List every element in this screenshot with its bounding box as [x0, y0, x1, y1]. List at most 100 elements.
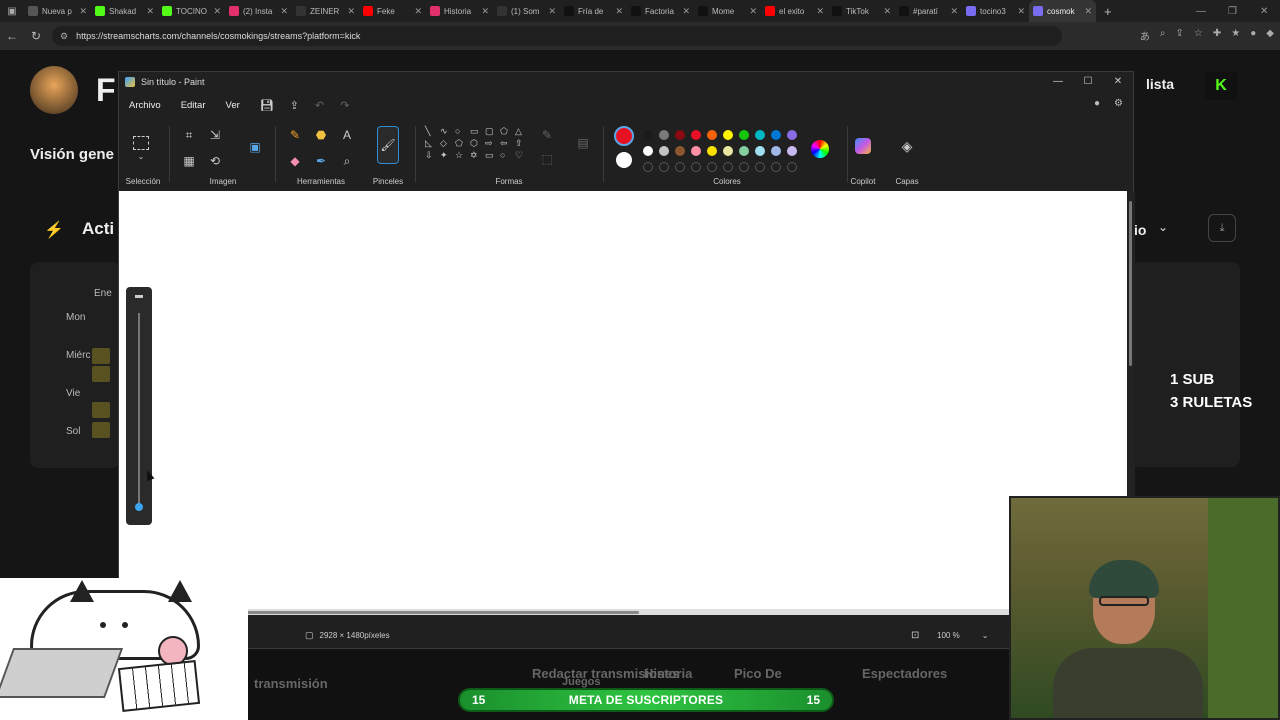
redo-icon[interactable]: ↷ — [340, 99, 349, 112]
eraser-icon[interactable]: ◆ — [287, 154, 303, 168]
menu-edit[interactable]: Editar — [181, 100, 206, 111]
profile-avatar[interactable]: ● — [1250, 28, 1256, 43]
rectangle-shape-icon[interactable]: ▭ — [470, 126, 484, 137]
outline-icon[interactable]: ✎ — [539, 128, 555, 142]
tab-actions-icon[interactable]: ▣ — [0, 6, 24, 17]
browser-tab[interactable]: Fría de ✕ — [560, 0, 627, 22]
color-swatch[interactable] — [675, 130, 685, 140]
rotate-icon[interactable]: ⟲ — [207, 154, 223, 168]
line-shape-icon[interactable]: ╲ — [425, 126, 439, 137]
period-select-label[interactable]: io — [1134, 222, 1146, 238]
custom-color-slot[interactable] — [787, 162, 797, 172]
custom-color-slot[interactable] — [707, 162, 717, 172]
watchlist-button[interactable]: lista — [1146, 76, 1174, 92]
remove-background-icon[interactable]: ▣ — [247, 140, 263, 154]
polygon-shape-icon[interactable]: ⬠ — [500, 126, 514, 137]
browser-tab[interactable]: Nueva p ✕ — [24, 0, 91, 22]
site-info-icon[interactable]: ⚙ — [60, 31, 68, 42]
hexagon-shape-icon[interactable]: ⬡ — [470, 138, 484, 149]
star5-shape-icon[interactable]: ☆ — [455, 150, 469, 161]
fill-icon[interactable]: ⬣ — [313, 128, 329, 142]
callout-oval-shape-icon[interactable]: ○ — [500, 150, 514, 161]
triangle-shape-icon[interactable]: △ — [515, 126, 529, 137]
oval-shape-icon[interactable]: ○ — [455, 126, 469, 137]
share-icon[interactable]: ⇪ — [1176, 28, 1184, 43]
bottom-tab[interactable]: Espectadores — [862, 666, 947, 681]
copilot-icon[interactable]: ◆ — [1266, 28, 1274, 43]
menu-view[interactable]: Ver — [226, 100, 240, 111]
browser-tab[interactable]: Mome ✕ — [694, 0, 761, 22]
tab-close-icon[interactable]: ✕ — [1017, 6, 1025, 17]
custom-color-slot[interactable] — [739, 162, 749, 172]
color-swatch[interactable] — [691, 146, 701, 156]
diamond-shape-icon[interactable]: ◇ — [440, 138, 454, 149]
color-swatch[interactable] — [771, 146, 781, 156]
tab-close-icon[interactable]: ✕ — [883, 6, 891, 17]
back-button[interactable]: ← — [0, 29, 24, 43]
copilot-icon[interactable] — [855, 138, 871, 154]
pencil-icon[interactable]: ✎ — [287, 128, 303, 142]
brush-size-slider[interactable] — [126, 287, 152, 525]
color-swatch[interactable] — [659, 130, 669, 140]
scrollbar-thumb[interactable] — [199, 611, 639, 614]
share-icon[interactable]: ⇪ — [290, 99, 299, 112]
account-icon[interactable]: ● — [1094, 98, 1100, 109]
browser-tab[interactable]: Feke ✕ — [359, 0, 426, 22]
save-icon[interactable]: 💾︎ — [260, 99, 274, 112]
reload-button[interactable]: ↻ — [24, 29, 48, 43]
size-slider-track[interactable] — [138, 313, 140, 509]
color-swatch[interactable] — [739, 130, 749, 140]
color-swatch[interactable] — [691, 130, 701, 140]
bottom-tab[interactable]: Historia — [644, 666, 692, 681]
resize-icon[interactable]: ⇲ — [207, 128, 223, 142]
color-picker-icon[interactable]: ✒ — [313, 154, 329, 168]
tab-close-icon[interactable]: ✕ — [615, 6, 623, 17]
size-slider-thumb[interactable] — [135, 503, 143, 511]
arrow-left-shape-icon[interactable]: ⇦ — [500, 138, 514, 149]
primary-color-swatch[interactable] — [614, 126, 634, 146]
star4-shape-icon[interactable]: ✦ — [440, 150, 454, 161]
color-swatch[interactable] — [755, 130, 765, 140]
browser-tab[interactable]: tocino3 ✕ — [962, 0, 1029, 22]
fit-to-window-icon[interactable]: ⊡ — [911, 630, 919, 641]
url-field[interactable]: ⚙ https://streamscharts.com/channels/cos… — [52, 26, 1062, 46]
tab-close-icon[interactable]: ✕ — [816, 6, 824, 17]
browser-tab[interactable]: TikTok ✕ — [828, 0, 895, 22]
tab-close-icon[interactable]: ✕ — [414, 6, 422, 17]
tab-close-icon[interactable]: ✕ — [749, 6, 757, 17]
custom-color-slot[interactable] — [659, 162, 669, 172]
color-swatch[interactable] — [723, 146, 733, 156]
color-swatch[interactable] — [707, 130, 717, 140]
new-tab-button[interactable]: + — [1096, 4, 1120, 19]
browser-maximize-button[interactable]: ❐ — [1228, 0, 1237, 22]
custom-color-slot[interactable] — [643, 162, 653, 172]
browser-tab[interactable]: ZEINER ✕ — [292, 0, 359, 22]
heart-shape-icon[interactable]: ♡ — [515, 150, 529, 161]
browser-close-button[interactable]: ✕ — [1260, 0, 1268, 22]
browser-tab[interactable]: (2) Insta ✕ — [225, 0, 292, 22]
color-swatch[interactable] — [675, 146, 685, 156]
bookmark-star-icon[interactable]: ☆ — [1194, 28, 1203, 43]
rounded-rect-shape-icon[interactable]: ▢ — [485, 126, 499, 137]
tab-close-icon[interactable]: ✕ — [347, 6, 355, 17]
zoom-icon[interactable]: ⌕ — [1160, 28, 1166, 43]
arrow-down-shape-icon[interactable]: ⇩ — [425, 150, 439, 161]
menu-file[interactable]: Archivo — [129, 100, 161, 111]
browser-tab[interactable]: #paratí ✕ — [895, 0, 962, 22]
drawing-canvas[interactable] — [119, 191, 1127, 615]
browser-tab[interactable]: cosmok ✕ — [1029, 0, 1096, 22]
chevron-down-icon[interactable]: ⌄ — [982, 631, 989, 640]
tab-close-icon[interactable]: ✕ — [481, 6, 489, 17]
maximize-button[interactable]: ☐ — [1073, 72, 1103, 92]
pentagon-shape-icon[interactable]: ⬠ — [455, 138, 469, 149]
download-icon[interactable]: ⤓ — [1208, 214, 1236, 242]
custom-color-slot[interactable] — [691, 162, 701, 172]
browser-tab[interactable]: Shakad ✕ — [91, 0, 158, 22]
crop-icon[interactable]: ⌗ — [181, 128, 197, 143]
custom-color-slot[interactable] — [723, 162, 733, 172]
scrollbar-thumb[interactable] — [1129, 201, 1132, 366]
tab-close-icon[interactable]: ✕ — [1084, 6, 1092, 17]
browser-minimize-button[interactable]: — — [1196, 0, 1206, 22]
browser-tab[interactable]: Historia ✕ — [426, 0, 493, 22]
tab-close-icon[interactable]: ✕ — [79, 6, 87, 17]
